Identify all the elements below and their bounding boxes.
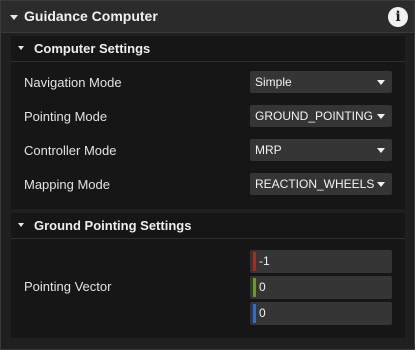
y-axis-marker (253, 278, 256, 297)
computer-settings-header[interactable]: Computer Settings (11, 36, 405, 62)
select-value: Simple (255, 75, 292, 89)
chevron-down-icon (377, 114, 385, 119)
controller-mode-select[interactable]: MRP (250, 139, 392, 161)
select-value: MRP (255, 143, 282, 157)
controller-mode-label: Controller Mode (24, 143, 117, 158)
collapse-triangle-icon[interactable] (18, 46, 24, 50)
pointing-vector-x-input[interactable]: -1 (250, 250, 392, 273)
section-title: Ground Pointing Settings (34, 218, 192, 233)
vector-y-value: 0 (259, 280, 266, 294)
navigation-mode-select[interactable]: Simple (250, 71, 392, 93)
select-value: GROUND_POINTING (255, 109, 374, 123)
panel-header[interactable]: Guidance Computer i (1, 1, 414, 33)
chevron-down-icon (377, 182, 385, 187)
pointing-vector-y-input[interactable]: 0 (250, 276, 392, 299)
collapse-triangle-icon[interactable] (18, 223, 24, 227)
vector-x-value: -1 (259, 254, 270, 268)
chevron-down-icon (377, 80, 385, 85)
pointing-mode-select[interactable]: GROUND_POINTING (250, 105, 392, 127)
pointing-vector-z-input[interactable]: 0 (250, 302, 392, 325)
panel-title: Guidance Computer (24, 8, 158, 24)
chevron-down-icon (377, 148, 385, 153)
computer-settings-section: Computer Settings Navigation Mode Simple… (11, 36, 405, 209)
vector-z-value: 0 (259, 306, 266, 320)
collapse-triangle-icon[interactable] (10, 15, 18, 20)
info-icon[interactable]: i (388, 7, 408, 27)
mapping-mode-select[interactable]: REACTION_WHEELS (250, 173, 392, 195)
z-axis-marker (253, 304, 256, 323)
x-axis-marker (253, 252, 256, 271)
section-title: Computer Settings (34, 41, 151, 56)
pointing-vector-label: Pointing Vector (24, 279, 112, 294)
guidance-computer-panel: Guidance Computer i Computer Settings Na… (0, 0, 415, 350)
navigation-mode-label: Navigation Mode (24, 75, 122, 90)
mapping-mode-label: Mapping Mode (24, 177, 110, 192)
select-value: REACTION_WHEELS (255, 177, 375, 191)
info-glyph: i (395, 9, 401, 25)
ground-pointing-settings-header[interactable]: Ground Pointing Settings (11, 213, 405, 239)
pointing-mode-label: Pointing Mode (24, 109, 108, 124)
ground-pointing-settings-section: Ground Pointing Settings Pointing Vector… (11, 213, 405, 338)
